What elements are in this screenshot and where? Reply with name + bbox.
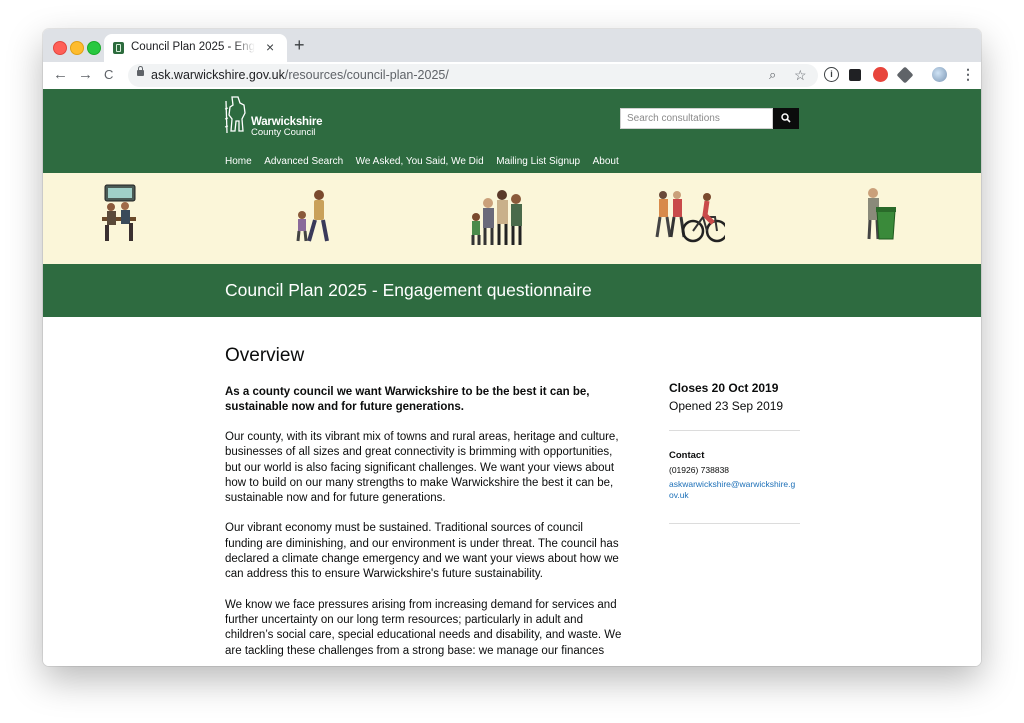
browser-tab-active[interactable]: Council Plan 2025 - Engagement questionn…	[104, 34, 287, 62]
maximize-window-button[interactable]	[87, 41, 101, 55]
illustration-banner	[43, 173, 981, 264]
info-extension-icon[interactable]: i	[824, 67, 839, 82]
minimize-window-button[interactable]	[70, 41, 84, 55]
web-page: Warwickshire County Council Home Advanced…	[43, 89, 981, 666]
close-window-button[interactable]	[53, 41, 67, 55]
overview-heading: Overview	[225, 345, 305, 366]
body-paragraph: Our vibrant economy must be sustained. T…	[225, 522, 619, 581]
stop-extension-icon[interactable]	[873, 67, 888, 82]
lock-icon	[137, 66, 144, 76]
divider	[669, 430, 800, 431]
lead-paragraph: As a county council we want Warwickshire…	[225, 386, 590, 413]
nav-we-asked-you-said[interactable]: We Asked, You Said, We Did	[356, 156, 484, 167]
tab-title: Council Plan 2025 - Engagement questionn…	[131, 41, 255, 53]
group-of-people-illustration	[471, 190, 522, 245]
bear-and-ragged-staff-icon	[224, 96, 246, 134]
profile-avatar[interactable]	[932, 67, 947, 82]
back-icon[interactable]: ←	[53, 65, 68, 85]
layers-extension-icon[interactable]	[849, 69, 861, 81]
page-title: Council Plan 2025 - Engagement questionn…	[225, 280, 592, 300]
logo-text-line2: County Council	[251, 127, 316, 138]
browser-menu-icon[interactable]: ⋮	[961, 66, 975, 82]
page-title-bar: Council Plan 2025 - Engagement questionn…	[43, 264, 981, 317]
consultation-sidebar: Closes 20 Oct 2019 Opened 23 Sep 2019 Co…	[669, 381, 800, 524]
contact-phone: (01926) 738838	[669, 465, 730, 475]
site-favicon-icon	[113, 42, 124, 54]
bookmark-star-icon[interactable]: ☆	[794, 67, 807, 83]
search-icon	[781, 113, 791, 123]
council-logo[interactable]: Warwickshire County Council	[224, 95, 324, 139]
walkers-and-cyclist-illustration	[655, 191, 725, 243]
address-bar[interactable]: ask.warwickshire.gov.uk/resources/counci…	[128, 64, 818, 87]
divider	[669, 523, 800, 524]
opening-date: Opened 23 Sep 2019	[669, 399, 784, 413]
main-navigation: Home Advanced Search We Asked, You Said, W…	[225, 151, 631, 167]
body-paragraph: We know we face pressures arising from i…	[225, 598, 622, 657]
body-paragraph: Our county, with its vibrant mix of town…	[225, 431, 619, 505]
tab-strip: Council Plan 2025 - Engagement questionn…	[43, 29, 981, 62]
browser-window: Council Plan 2025 - Engagement questionn…	[43, 29, 981, 666]
pen-extension-icon[interactable]	[896, 66, 914, 84]
nav-advanced-search[interactable]: Advanced Search	[264, 156, 343, 167]
search-button[interactable]	[773, 108, 799, 129]
browser-toolbar: ← → C ask.warwickshire.gov.uk/resources/…	[43, 62, 981, 90]
search-input[interactable]	[620, 108, 773, 129]
forward-icon[interactable]: →	[78, 65, 93, 85]
nav-about[interactable]: About	[593, 156, 619, 167]
closing-date: Closes 20 Oct 2019	[669, 381, 779, 395]
recycling-person-illustration	[867, 188, 896, 240]
contact-email-link[interactable]: askwarwickshire@warwickshire.gov.uk	[669, 479, 799, 501]
new-tab-button[interactable]: +	[294, 35, 305, 55]
nav-mailing-list-signup[interactable]: Mailing List Signup	[496, 156, 580, 167]
tab-close-icon[interactable]: ×	[266, 39, 274, 55]
parent-and-child-illustration	[296, 190, 329, 242]
contact-heading: Contact	[669, 450, 705, 461]
site-header: Warwickshire County Council Home Advanced…	[43, 89, 981, 173]
main-content: Overview As a county council we want War…	[225, 345, 623, 666]
people-at-computer-illustration	[102, 184, 136, 241]
nav-home[interactable]: Home	[225, 156, 252, 167]
url-text: ask.warwickshire.gov.uk/resources/counci…	[151, 68, 449, 82]
zoom-icon[interactable]: ⌕	[769, 67, 776, 83]
reload-icon[interactable]: C	[104, 65, 113, 85]
